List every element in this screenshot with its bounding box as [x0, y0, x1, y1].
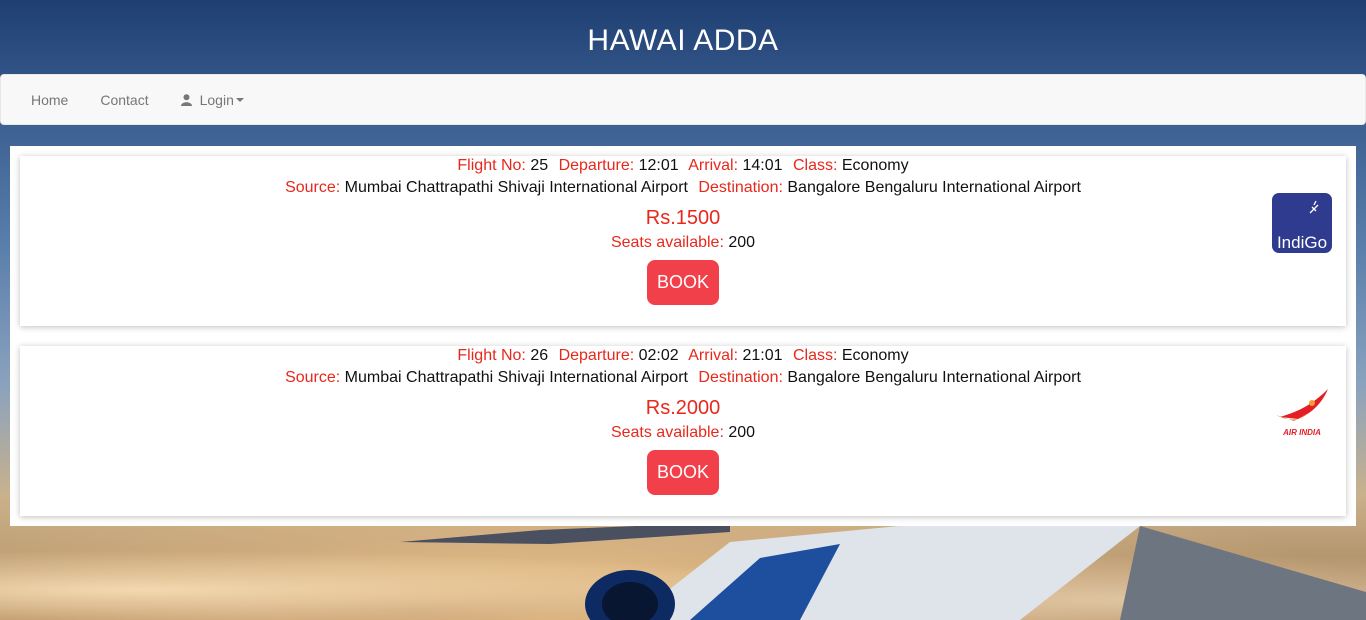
air-india-logo-text: AIR INDIA	[1282, 428, 1321, 437]
seats-value: 200	[728, 234, 756, 251]
flight-card: Flight No: 26 Departure: 02:02 Arrival: …	[20, 346, 1346, 516]
seats-row: Seats available: 200	[20, 424, 1346, 442]
class-label: Class:	[792, 157, 838, 174]
seats-label: Seats available:	[610, 234, 724, 251]
site-title: HAWAI ADDA	[587, 24, 779, 57]
flight-card: Flight No: 25 Departure: 12:01 Arrival: …	[20, 156, 1346, 326]
seats-row: Seats available: 200	[20, 234, 1346, 252]
navbar: Home Contact Login	[0, 74, 1366, 125]
source-value: Mumbai Chattrapathi Shivaji Internationa…	[344, 369, 688, 386]
route-row: Source: Mumbai Chattrapathi Shivaji Inte…	[20, 179, 1346, 197]
flight-no-value: 25	[530, 157, 549, 174]
class-value: Economy	[841, 157, 909, 174]
destination-label: Destination:	[698, 369, 783, 386]
indigo-logo-text: IndiGo	[1277, 233, 1327, 252]
destination-value: Bangalore Bengaluru International Airpor…	[787, 369, 1081, 386]
airplane-background-image	[400, 522, 1366, 620]
seats-value: 200	[728, 424, 756, 441]
price: Rs.1500	[645, 207, 721, 229]
indigo-logo: IndiGo	[1272, 193, 1332, 253]
price: Rs.2000	[645, 397, 721, 419]
arrival-label: Arrival:	[688, 347, 739, 364]
flight-no-label: Flight No:	[457, 347, 526, 364]
nav-login-dropdown[interactable]: Login	[165, 92, 260, 108]
flight-info-row: Flight No: 26 Departure: 02:02 Arrival: …	[20, 347, 1346, 365]
arrival-value: 21:01	[742, 347, 783, 364]
departure-label: Departure:	[558, 157, 635, 174]
class-label: Class:	[792, 347, 838, 364]
nav-login-label: Login	[199, 91, 234, 108]
user-icon	[180, 93, 192, 106]
arrival-label: Arrival:	[688, 157, 739, 174]
departure-value: 02:02	[638, 347, 679, 364]
departure-value: 12:01	[638, 157, 679, 174]
class-value: Economy	[841, 347, 909, 364]
departure-label: Departure:	[558, 347, 635, 364]
flight-no-value: 26	[530, 347, 549, 364]
flight-no-label: Flight No:	[457, 157, 526, 174]
route-row: Source: Mumbai Chattrapathi Shivaji Inte…	[20, 369, 1346, 387]
destination-value: Bangalore Bengaluru International Airpor…	[787, 179, 1081, 196]
seats-label: Seats available:	[610, 424, 724, 441]
air-india-logo: AIR INDIA	[1276, 389, 1328, 437]
nav-contact-link[interactable]: Contact	[84, 92, 164, 108]
arrival-value: 14:01	[742, 157, 783, 174]
destination-label: Destination:	[698, 179, 783, 196]
caret-down-icon	[235, 97, 244, 102]
book-button[interactable]: BOOK	[647, 260, 719, 305]
source-label: Source:	[285, 179, 341, 196]
source-value: Mumbai Chattrapathi Shivaji Internationa…	[344, 179, 688, 196]
source-label: Source:	[285, 369, 341, 386]
flight-info-row: Flight No: 25 Departure: 12:01 Arrival: …	[20, 157, 1346, 175]
nav-home-link[interactable]: Home	[1, 92, 84, 108]
book-button[interactable]: BOOK	[647, 450, 719, 495]
flight-results-panel: Flight No: 25 Departure: 12:01 Arrival: …	[10, 146, 1356, 526]
